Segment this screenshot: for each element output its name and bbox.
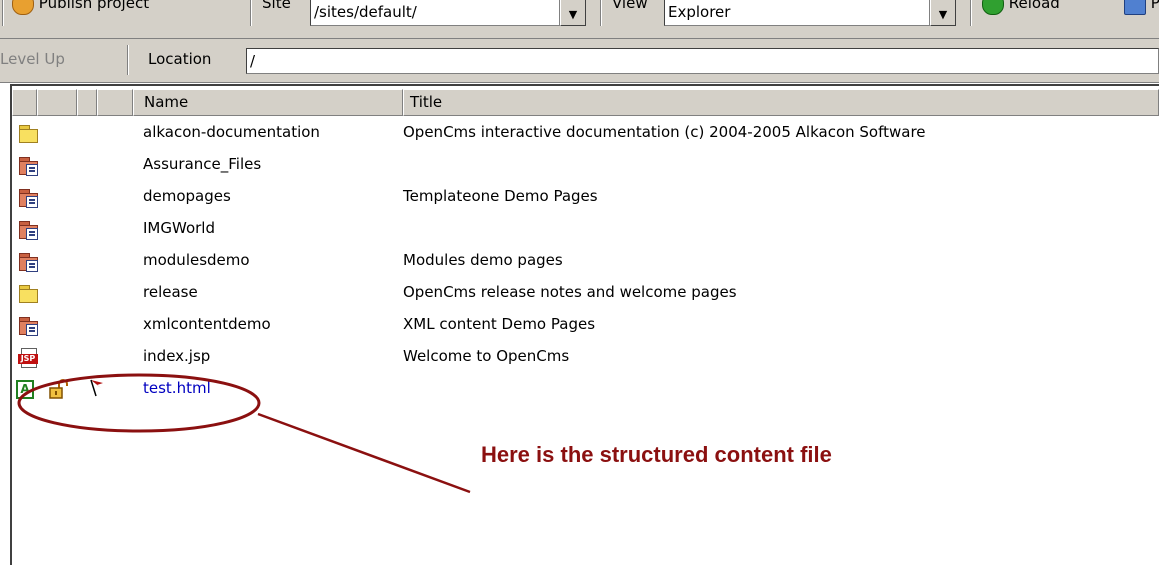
next-toolbar-button[interactable]: P [1124,0,1159,18]
view-label: View [612,0,648,12]
reload-label: Reload [1008,0,1060,12]
list-item[interactable]: Assurance_Files [12,150,1159,182]
item-title: XML content Demo Pages [403,315,596,333]
item-title: OpenCms release notes and welcome pages [403,283,737,301]
unlock-icon[interactable] [48,378,70,400]
site-select[interactable]: /sites/default/ [310,0,560,26]
main-toolbar: Publish project Site /sites/default/ ▼ V… [0,0,1159,39]
toolbar-separator [2,0,4,26]
item-name[interactable]: IMGWorld [143,219,215,237]
item-name[interactable]: index.jsp [143,347,210,365]
list-item[interactable]: demopages Templateone Demo Pages [12,182,1159,214]
list-item[interactable]: xmlcontentdemo XML content Demo Pages [12,310,1159,342]
level-up-label: Level Up [0,50,65,68]
annotation-text: Here is the structured content file [481,442,832,467]
item-title: Modules demo pages [403,251,563,269]
added-state-icon: A [16,380,34,399]
list-item[interactable]: release OpenCms release notes and welcom… [12,278,1159,310]
module-folder-icon [18,188,38,208]
column-header-project[interactable] [77,89,97,116]
view-select[interactable]: Explorer [664,0,930,26]
chevron-down-icon: ▼ [938,8,948,21]
publish-project-label: Publish project [38,0,150,12]
item-name[interactable]: alkacon-documentation [143,123,320,141]
next-toolbar-label: P [1150,0,1159,12]
module-folder-icon [18,220,38,240]
item-title: Templateone Demo Pages [403,187,598,205]
reload-icon [982,0,1004,15]
list-item[interactable]: IMGWorld [12,214,1159,246]
folder-icon [18,124,38,144]
item-name[interactable]: release [143,283,198,301]
module-folder-icon [18,316,38,336]
item-name[interactable]: Assurance_Files [143,155,261,173]
view-dropdown-button[interactable]: ▼ [930,0,956,26]
column-header-name[interactable]: Name [133,89,403,116]
column-header-state[interactable] [12,89,37,116]
item-name[interactable]: test.html [143,379,211,397]
column-header-title[interactable]: Title [403,89,1159,116]
list-item[interactable]: JSP index.jsp Welcome to OpenCms [12,342,1159,374]
module-folder-icon [18,156,38,176]
site-label: Site [262,0,291,12]
item-title: Welcome to OpenCms [403,347,570,365]
item-name[interactable]: demopages [143,187,231,205]
toolbar-separator [250,0,252,26]
list-item[interactable]: modulesdemo Modules demo pages [12,246,1159,278]
list-item[interactable]: A test.html [12,374,1159,406]
reload-button[interactable]: Reload [982,0,1060,18]
checklist-icon [1124,0,1146,15]
site-dropdown-button[interactable]: ▼ [560,0,586,26]
level-up-button[interactable]: Level Up [0,50,65,68]
site-select-value: /sites/default/ [314,3,417,21]
column-header-lock[interactable] [37,89,77,116]
toolbar-separator [600,0,602,26]
publish-icon [12,0,34,15]
list-item[interactable]: alkacon-documentation OpenCms interactiv… [12,118,1159,150]
view-select-value: Explorer [668,3,731,21]
item-name[interactable]: xmlcontentdemo [143,315,271,333]
jsp-file-icon: JSP [18,348,38,368]
location-bar: Level Up Location / [0,39,1159,83]
item-title: OpenCms interactive documentation (c) 20… [403,123,926,141]
location-label: Location [148,50,212,68]
project-flag-icon [90,379,103,397]
module-folder-icon [18,252,38,272]
column-header-type[interactable] [97,89,133,116]
toolbar-separator [127,45,129,75]
toolbar-separator [970,0,972,26]
list-header: Name Title [12,89,1159,116]
file-list: Name Title alkacon-documentation OpenCms… [10,84,1159,565]
chevron-down-icon: ▼ [568,8,578,21]
item-name[interactable]: modulesdemo [143,251,250,269]
folder-icon [18,284,38,304]
publish-project-button[interactable]: Publish project [12,0,149,18]
location-input[interactable]: / [246,48,1159,74]
